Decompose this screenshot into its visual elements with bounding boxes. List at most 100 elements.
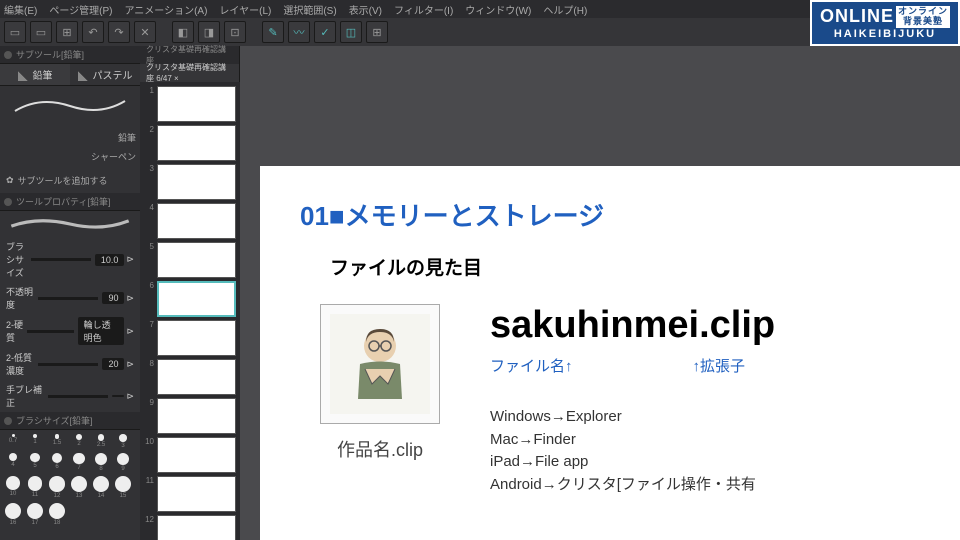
file-name-label: 作品名.clip <box>337 436 423 462</box>
subtool-tab-pastel[interactable]: パステル <box>70 64 140 85</box>
prop-value[interactable]: 20 <box>102 358 124 370</box>
page-thumbnail[interactable]: 4 <box>144 203 236 239</box>
canvas-area[interactable]: 01■メモリーとストレージ ファイルの見た目 <box>240 46 960 540</box>
page-thumbnail[interactable]: 6 <box>144 281 236 317</box>
tool-btn[interactable]: ◨ <box>198 21 220 43</box>
add-subtool-button[interactable]: ✿サブツールを追加する <box>0 168 140 193</box>
menu-item[interactable]: 編集(E) <box>4 2 37 17</box>
page-thumbnail[interactable]: 2 <box>144 125 236 161</box>
file-info-block: sakuhinmei.clip ファイル名↑ ↑拡張子 Windows→Expl… <box>490 304 920 496</box>
brush-size-dot[interactable]: 12 <box>48 476 66 499</box>
tool-btn[interactable]: ◫ <box>340 21 362 43</box>
plus-icon: ✿ <box>6 175 14 186</box>
extension-arrow-label: ↑拡張子 <box>693 355 746 376</box>
property-row[interactable]: 手ブレ補正⊳ <box>0 380 140 412</box>
property-row[interactable]: 2-硬質輪し透明色⊳ <box>0 314 140 348</box>
property-row[interactable]: ブラシサイズ10.0⊳ <box>0 237 140 282</box>
prop-label: 2-硬質 <box>6 318 27 344</box>
prop-label: 不透明度 <box>6 285 38 311</box>
brush-size-dot[interactable]: 8 <box>92 453 110 473</box>
brush-size-dot[interactable]: 1 <box>26 434 44 449</box>
brush-size-dot[interactable]: 18 <box>48 503 66 526</box>
subtool-list: 鉛筆 シャーペン <box>0 126 140 168</box>
page-thumbnail[interactable]: 11 <box>144 476 236 512</box>
page-thumbnail[interactable]: 3 <box>144 164 236 200</box>
pencil-icon <box>18 69 30 81</box>
brush-size-grid: 0.7 1 1.5 2 2.5 3 456789 101112131415 161718 <box>0 430 140 530</box>
menu-item[interactable]: レイヤー(L) <box>219 2 271 17</box>
brush-size-dot[interactable]: 10 <box>4 476 22 499</box>
brush-size-dot[interactable]: 13 <box>70 476 88 499</box>
subtool-tab-pencil[interactable]: 鉛筆 <box>0 64 70 85</box>
page-thumbnail[interactable]: 5 <box>144 242 236 278</box>
tool-btn[interactable]: ▭ <box>4 21 26 43</box>
property-row[interactable]: 不透明度90⊳ <box>0 282 140 314</box>
page-thumbnail[interactable]: 1 <box>144 86 236 122</box>
brush-size-dot[interactable]: 1.5 <box>48 434 66 449</box>
brush-size-dot[interactable]: 4 <box>4 453 22 473</box>
slide-title: 01■メモリーとストレージ <box>300 196 920 233</box>
subtool-tabs: 鉛筆 パステル <box>0 64 140 86</box>
brushsize-panel-header: ブラシサイズ[鉛筆] <box>0 412 140 430</box>
doc-tab-active[interactable]: クリスタ基礎再確認講座 6/47 × <box>140 64 240 82</box>
slide-subtitle: ファイルの見た目 <box>330 253 920 280</box>
brush-size-dot[interactable]: 0.7 <box>4 434 22 449</box>
watermark-badge: ONLINEオンライン背景美塾 HAIKEIBIJUKU <box>810 0 960 46</box>
brush-size-dot[interactable]: 2 <box>70 434 88 449</box>
brush-size-dot[interactable]: 2.5 <box>92 434 110 449</box>
menu-item[interactable]: フィルター(I) <box>394 2 453 17</box>
prop-value[interactable]: 輪し透明色 <box>78 317 125 345</box>
platform-list: Windows→ExplorerMac→FinderiPad→File appA… <box>490 406 920 496</box>
prop-value[interactable]: 10.0 <box>95 254 125 266</box>
tool-btn[interactable]: ⊡ <box>224 21 246 43</box>
brush-size-dot[interactable]: 11 <box>26 476 44 499</box>
brush-size-dot[interactable]: 16 <box>4 503 22 526</box>
prop-value[interactable] <box>112 395 124 397</box>
file-icon-block: 作品名.clip <box>320 304 440 496</box>
tool-btn[interactable]: ↷ <box>108 21 130 43</box>
pastel-icon <box>78 69 90 81</box>
page-thumbnail[interactable]: 12 <box>144 515 236 540</box>
menu-item[interactable]: 表示(V) <box>349 2 382 17</box>
menu-item[interactable]: ヘルプ(H) <box>543 2 587 17</box>
tool-btn[interactable]: 〰 <box>288 21 310 43</box>
subtool-item[interactable]: 鉛筆 <box>4 128 136 147</box>
brush-size-dot[interactable]: 14 <box>92 476 110 499</box>
tool-btn[interactable]: ⊞ <box>366 21 388 43</box>
tool-btn[interactable]: ◧ <box>172 21 194 43</box>
platform-line: Android→クリスタ[ファイル操作・共有 <box>490 474 920 497</box>
tool-btn[interactable]: ✓ <box>314 21 336 43</box>
prop-label: 手ブレ補正 <box>6 383 48 409</box>
tool-btn[interactable]: ↶ <box>82 21 104 43</box>
brush-size-dot[interactable]: 7 <box>70 453 88 473</box>
page-thumbnail[interactable]: 10 <box>144 437 236 473</box>
slide-content: 01■メモリーとストレージ ファイルの見た目 <box>260 166 960 540</box>
menu-item[interactable]: アニメーション(A) <box>124 2 207 17</box>
brush-size-dot[interactable]: 3 <box>114 434 132 449</box>
tool-btn[interactable]: ✕ <box>134 21 156 43</box>
brush-size-dot[interactable]: 9 <box>114 453 132 473</box>
subtool-item[interactable]: シャーペン <box>4 147 136 166</box>
tool-btn[interactable]: ⊞ <box>56 21 78 43</box>
menu-item[interactable]: ウィンドウ(W) <box>465 2 531 17</box>
menu-item[interactable]: ページ管理(P) <box>49 2 112 17</box>
page-thumbnail[interactable]: 8 <box>144 359 236 395</box>
brush-size-dot[interactable]: 5 <box>26 453 44 473</box>
page-thumbnail[interactable]: 7 <box>144 320 236 356</box>
menu-item[interactable]: 選択範囲(S) <box>283 2 336 17</box>
platform-line: Windows→Explorer <box>490 406 920 429</box>
prop-label: ブラシサイズ <box>6 240 31 279</box>
prop-value[interactable]: 90 <box>102 292 124 304</box>
subtool-panel-header: サブツール[鉛筆] <box>0 46 140 64</box>
prop-label: 2-低質濃度 <box>6 351 38 377</box>
brush-size-dot[interactable]: 17 <box>26 503 44 526</box>
tool-btn[interactable]: ✎ <box>262 21 284 43</box>
page-thumbnail[interactable]: 9 <box>144 398 236 434</box>
tool-btn[interactable]: ▭ <box>30 21 52 43</box>
property-row[interactable]: 2-低質濃度20⊳ <box>0 348 140 380</box>
file-thumbnail-icon <box>320 304 440 424</box>
filename-arrow-label: ファイル名↑ <box>490 355 573 376</box>
brush-size-dot[interactable]: 6 <box>48 453 66 473</box>
filename-large: sakuhinmei.clip <box>490 304 920 347</box>
brush-size-dot[interactable]: 15 <box>114 476 132 499</box>
